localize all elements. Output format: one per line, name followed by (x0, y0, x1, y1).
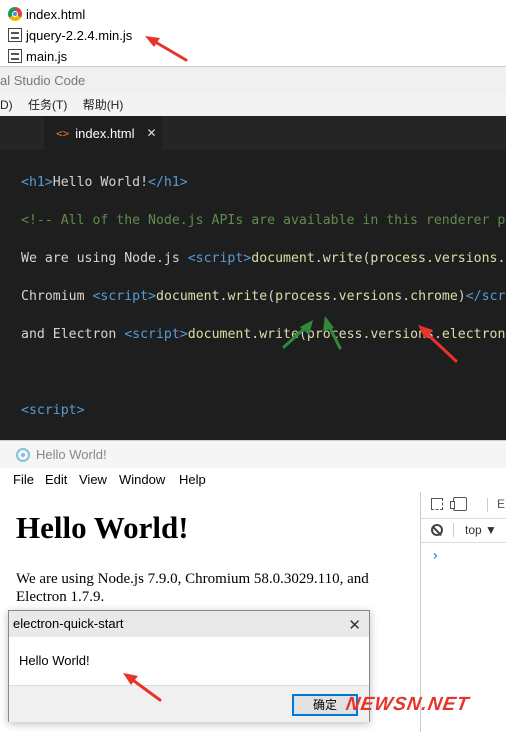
menu-item-tasks[interactable]: 任务(T) (28, 98, 67, 112)
chrome-icon (8, 7, 22, 21)
watermark-logo: NEWSN.NET (344, 694, 471, 715)
file-name: main.js (26, 48, 68, 64)
menu-item-file[interactable]: File (13, 468, 34, 492)
alert-dialog: electron-quick-start ✕ Hello World! 确定 (8, 610, 370, 722)
electron-title-bar: Hello World! (0, 440, 506, 468)
html-file-icon: <> (56, 126, 70, 140)
versions-paragraph: We are using Node.js 7.9.0, Chromium 58.… (16, 571, 369, 605)
file-item-main-js[interactable]: main.js (8, 46, 67, 66)
electron-icon (16, 447, 30, 462)
vscode-title-bar: al Studio Code (0, 66, 506, 94)
menu-item-help[interactable]: Help (179, 468, 206, 492)
console-toolbar: top ▼ (421, 518, 506, 543)
dialog-title-bar: electron-quick-start ✕ (9, 611, 369, 637)
inspect-element-icon[interactable] (431, 498, 443, 510)
code-editor[interactable]: <h1>Hello World!</h1> <!-- All of the No… (0, 150, 506, 440)
js-file-icon (8, 28, 22, 42)
menu-item-window[interactable]: Window (119, 468, 165, 492)
context-select[interactable]: top ▼ (465, 523, 497, 537)
file-name: jquery-2.2.4.min.js (26, 27, 133, 43)
editor-tab-bar: <> index.html ✕ (0, 116, 506, 150)
dialog-title: electron-quick-start (13, 616, 124, 631)
tab-elements[interactable]: E (497, 497, 505, 511)
device-toggle-icon[interactable] (450, 497, 467, 511)
close-icon[interactable]: ✕ (348, 613, 361, 639)
menu-item-view[interactable]: View (79, 468, 107, 492)
dialog-message: Hello World! (19, 653, 90, 668)
clear-console-icon[interactable] (431, 524, 443, 536)
electron-menu-bar: File Edit View Window Help (0, 468, 506, 492)
tab-label: index.html (75, 125, 135, 141)
js-file-icon (8, 49, 22, 63)
dialog-footer: 确定 (9, 685, 369, 722)
close-icon[interactable]: ✕ (147, 126, 157, 140)
code-content: <h1>Hello World!</h1> <!-- All of the No… (21, 175, 506, 418)
toolbar-divider (487, 498, 488, 512)
window-title: al Studio Code (0, 73, 86, 88)
file-item-jquery[interactable]: jquery-2.2.4.min.js (8, 25, 132, 45)
devtools-toolbar: E (421, 492, 506, 519)
menu-item-help[interactable]: 帮助(H) (83, 98, 124, 112)
console-prompt[interactable]: › (431, 548, 439, 564)
vscode-menu-bar: D) 任务(T) 帮助(H) (0, 94, 506, 116)
menu-item-debug[interactable]: D) (0, 98, 13, 112)
file-list: index.html jquery-2.2.4.min.js main.js (0, 0, 506, 66)
toolbar-divider (453, 523, 454, 537)
tab-index-html[interactable]: <> index.html ✕ (44, 116, 162, 150)
file-item-index-html[interactable]: index.html (8, 4, 85, 24)
window-title: Hello World! (36, 447, 107, 462)
file-name: index.html (26, 6, 86, 22)
menu-item-edit[interactable]: Edit (45, 468, 67, 492)
page-heading: Hello World! (16, 510, 189, 545)
